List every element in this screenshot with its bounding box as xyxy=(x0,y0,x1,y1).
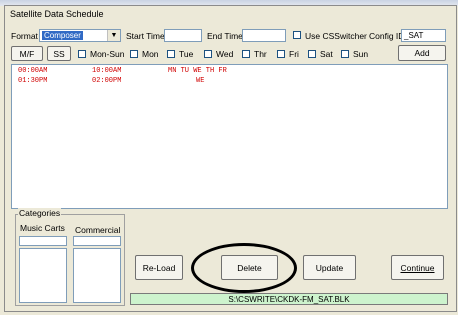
mon-checkbox[interactable] xyxy=(130,50,138,58)
format-label: Format xyxy=(11,31,38,41)
annotation-ellipse xyxy=(191,243,297,293)
status-file-path: S:\CSWRITE\CKDK-FM_SAT.BLK xyxy=(130,293,448,305)
commercial-label: Commercial xyxy=(75,225,121,235)
wed-checkbox[interactable] xyxy=(204,50,212,58)
music-carts-list[interactable] xyxy=(19,248,67,303)
row-start-time: 01:30PM xyxy=(18,77,48,85)
start-time-input[interactable] xyxy=(164,29,202,42)
mon-label: Mon xyxy=(142,49,159,59)
categories-legend: Categories xyxy=(18,208,62,218)
fri-checkbox[interactable] xyxy=(277,50,285,58)
row-end-time: 02:00PM xyxy=(92,77,122,85)
tue-label: Tue xyxy=(179,49,194,59)
schedule-list[interactable]: 00:00AM 10:00AM MN TU WE TH FR 01:30PM 0… xyxy=(11,64,448,209)
row-days: MN TU WE TH FR xyxy=(168,67,227,75)
format-select-value: Composer xyxy=(42,31,83,40)
music-carts-label: Music Carts xyxy=(20,223,65,233)
config-id-input[interactable]: _SAT xyxy=(401,29,446,42)
sun-label: Sun xyxy=(353,49,369,59)
continue-button[interactable]: Continue xyxy=(391,255,444,280)
music-carts-input[interactable] xyxy=(19,236,67,246)
end-time-input[interactable] xyxy=(242,29,286,42)
sun-checkbox[interactable] xyxy=(341,50,349,58)
fri-label: Fri xyxy=(289,49,299,59)
start-time-label: Start Time: xyxy=(126,31,168,41)
commercial-input[interactable] xyxy=(73,236,121,246)
update-button[interactable]: Update xyxy=(303,255,356,280)
wed-label: Wed xyxy=(216,49,234,59)
sat-label: Sat xyxy=(320,49,333,59)
window-title: Satellite Data Schedule xyxy=(10,9,104,19)
mon-sun-checkbox[interactable] xyxy=(78,50,86,58)
row-start-time: 00:00AM xyxy=(18,67,48,75)
sat-checkbox[interactable] xyxy=(308,50,316,58)
chevron-down-icon[interactable]: ▼ xyxy=(107,30,120,41)
reload-button[interactable]: Re-Load xyxy=(135,255,183,280)
row-days: WE xyxy=(196,77,205,85)
end-time-label: End Time xyxy=(207,31,243,41)
row-end-time: 10:00AM xyxy=(92,67,122,75)
mf-button[interactable]: M/F xyxy=(11,46,43,61)
tue-checkbox[interactable] xyxy=(167,50,175,58)
mon-sun-label: Mon-Sun xyxy=(90,49,125,59)
use-csswitcher-checkbox[interactable] xyxy=(293,31,301,39)
thr-checkbox[interactable] xyxy=(242,50,250,58)
config-id-label: Config ID xyxy=(369,31,405,41)
add-button[interactable]: Add xyxy=(398,45,446,61)
ss-button[interactable]: SS xyxy=(47,46,71,61)
format-select[interactable]: Composer ▼ xyxy=(39,29,121,42)
schedule-row[interactable]: 01:30PM 02:00PM WE xyxy=(18,77,204,117)
use-csswitcher-label: Use CSSwitcher xyxy=(305,31,367,41)
commercial-list[interactable] xyxy=(73,248,121,303)
thr-label: Thr xyxy=(254,49,267,59)
